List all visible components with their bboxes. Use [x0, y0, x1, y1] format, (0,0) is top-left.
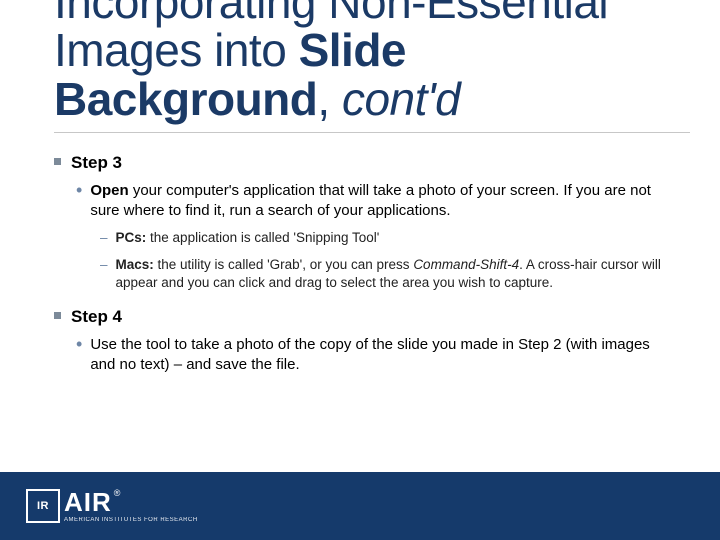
step3-header: Step 3 [54, 152, 670, 175]
square-bullet-icon [54, 158, 61, 165]
dot-bullet-icon: • [76, 182, 82, 198]
step3-bullet: • Open your computer's application that … [76, 181, 670, 222]
step3-open-bold: Open [90, 182, 128, 199]
title-line3b: , [317, 73, 342, 125]
step4-bullet: • Use the tool to take a photo of the co… [76, 335, 670, 376]
logo-brand: AIR [64, 487, 112, 517]
registered-icon: ® [114, 488, 121, 498]
slide-title: Incorporating Non-Essential Images into … [54, 0, 690, 123]
pc-body: the application is called 'Snipping Tool… [146, 230, 379, 245]
title-line3c: cont'd [342, 73, 460, 125]
step3-mac-text: Macs: the utility is called 'Grab', or y… [116, 256, 670, 292]
step3-bullet-text: Open your computer's application that wi… [90, 181, 670, 222]
title-divider [54, 132, 690, 133]
title-line3a: Background [54, 73, 317, 125]
mac-label: Macs: [116, 257, 154, 272]
step3-pc-row: – PCs: the application is called 'Snippi… [100, 229, 670, 247]
step3-label: Step 3 [71, 152, 122, 175]
mac-cmd: Command-Shift-4 [413, 257, 519, 272]
step3-open-rest: your computer's application that will ta… [90, 182, 651, 219]
step4-bullet-text: Use the tool to take a photo of the copy… [90, 335, 670, 376]
square-bullet-icon [54, 312, 61, 319]
footer-bar: IR AIR® AMERICAN INSTITUTES FOR RESEARCH [0, 472, 720, 540]
title-line2a: Images into [54, 24, 299, 76]
logo-mark-icon: IR [26, 489, 60, 523]
logo-text: AIR® AMERICAN INSTITUTES FOR RESEARCH [64, 489, 198, 523]
title-heading: Incorporating Non-Essential Images into … [54, 0, 690, 123]
slide: Incorporating Non-Essential Images into … [0, 0, 720, 540]
step3-mac-row: – Macs: the utility is called 'Grab', or… [100, 256, 670, 292]
dash-bullet-icon: – [100, 229, 108, 247]
step4-header: Step 4 [54, 306, 670, 329]
step3-pc-text: PCs: the application is called 'Snipping… [116, 229, 380, 247]
mac-body1: the utility is called 'Grab', or you can… [154, 257, 414, 272]
dot-bullet-icon: • [76, 336, 82, 352]
pc-label: PCs: [116, 230, 147, 245]
content-area: Step 3 • Open your computer's applicatio… [54, 148, 670, 384]
logo-subtitle: AMERICAN INSTITUTES FOR RESEARCH [64, 517, 198, 523]
title-line2b: Slide [299, 24, 406, 76]
air-logo: IR AIR® AMERICAN INSTITUTES FOR RESEARCH [26, 489, 198, 523]
step4-label: Step 4 [71, 306, 122, 329]
dash-bullet-icon: – [100, 256, 108, 274]
